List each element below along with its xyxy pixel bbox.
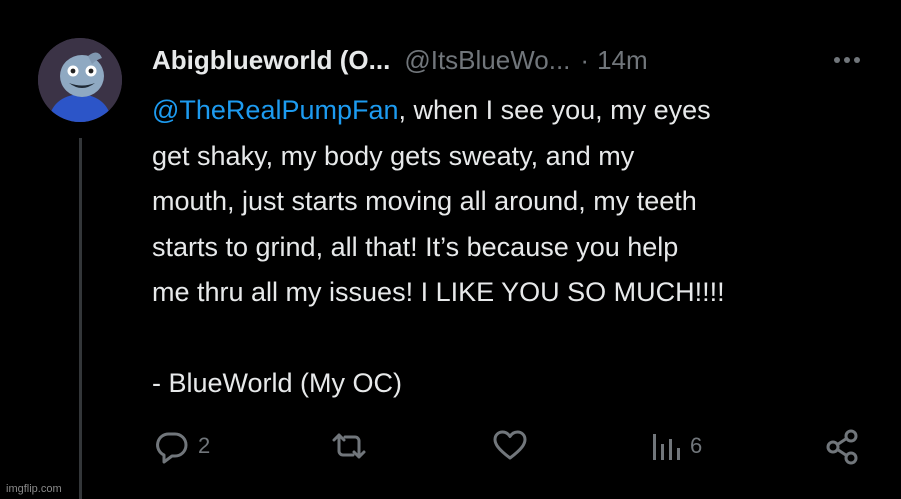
mention-link[interactable]: @TheRealPumpFan [152, 95, 399, 125]
tweet-text: @TheRealPumpFan, when I see you, my eyes… [152, 88, 872, 407]
display-name[interactable]: Abigblueworld (O... [152, 45, 390, 76]
tweet-signature: - BlueWorld (My OC) [152, 368, 403, 398]
reply-icon [156, 432, 188, 464]
tweet-line: me thru all my issues! I LIKE YOU SO MUC… [152, 277, 725, 307]
timestamp[interactable]: 14m [597, 45, 648, 76]
retweet-button[interactable] [328, 426, 376, 466]
avatar[interactable] [38, 38, 122, 122]
views-button[interactable]: 6 [650, 426, 702, 466]
tweet-actions-bar: 2 6 [0, 426, 901, 466]
blueworld-avatar-image [38, 38, 122, 122]
tweet-line-text: , when I see you, my eyes [398, 95, 711, 125]
views-count: 6 [690, 433, 703, 458]
tweet-line: @TheRealPumpFan, when I see you, my eyes [152, 88, 872, 134]
retweet-icon [332, 433, 366, 459]
tweet-line: get shaky, my body gets sweaty, and my [152, 140, 635, 171]
user-handle[interactable]: @ItsBlueWo... [404, 45, 570, 76]
tweet-line: mouth, just starts moving all around, my… [152, 186, 697, 216]
like-button[interactable] [490, 426, 536, 466]
imgflip-watermark: imgflip.com [6, 483, 62, 495]
more-options-button[interactable] [832, 48, 862, 72]
tweet-header: Abigblueworld (O... @ItsBlueWo... · 14m [152, 40, 648, 80]
tweet-line: starts to grind, all that! It’s because … [152, 231, 679, 262]
more-horizontal-icon [834, 57, 860, 63]
share-button[interactable] [822, 426, 862, 466]
header-separator: · [580, 44, 590, 75]
heart-icon [493, 430, 527, 460]
reply-count: 2 [198, 433, 211, 458]
share-icon [826, 429, 858, 465]
views-icon [653, 434, 680, 460]
reply-button[interactable]: 2 [152, 426, 210, 466]
